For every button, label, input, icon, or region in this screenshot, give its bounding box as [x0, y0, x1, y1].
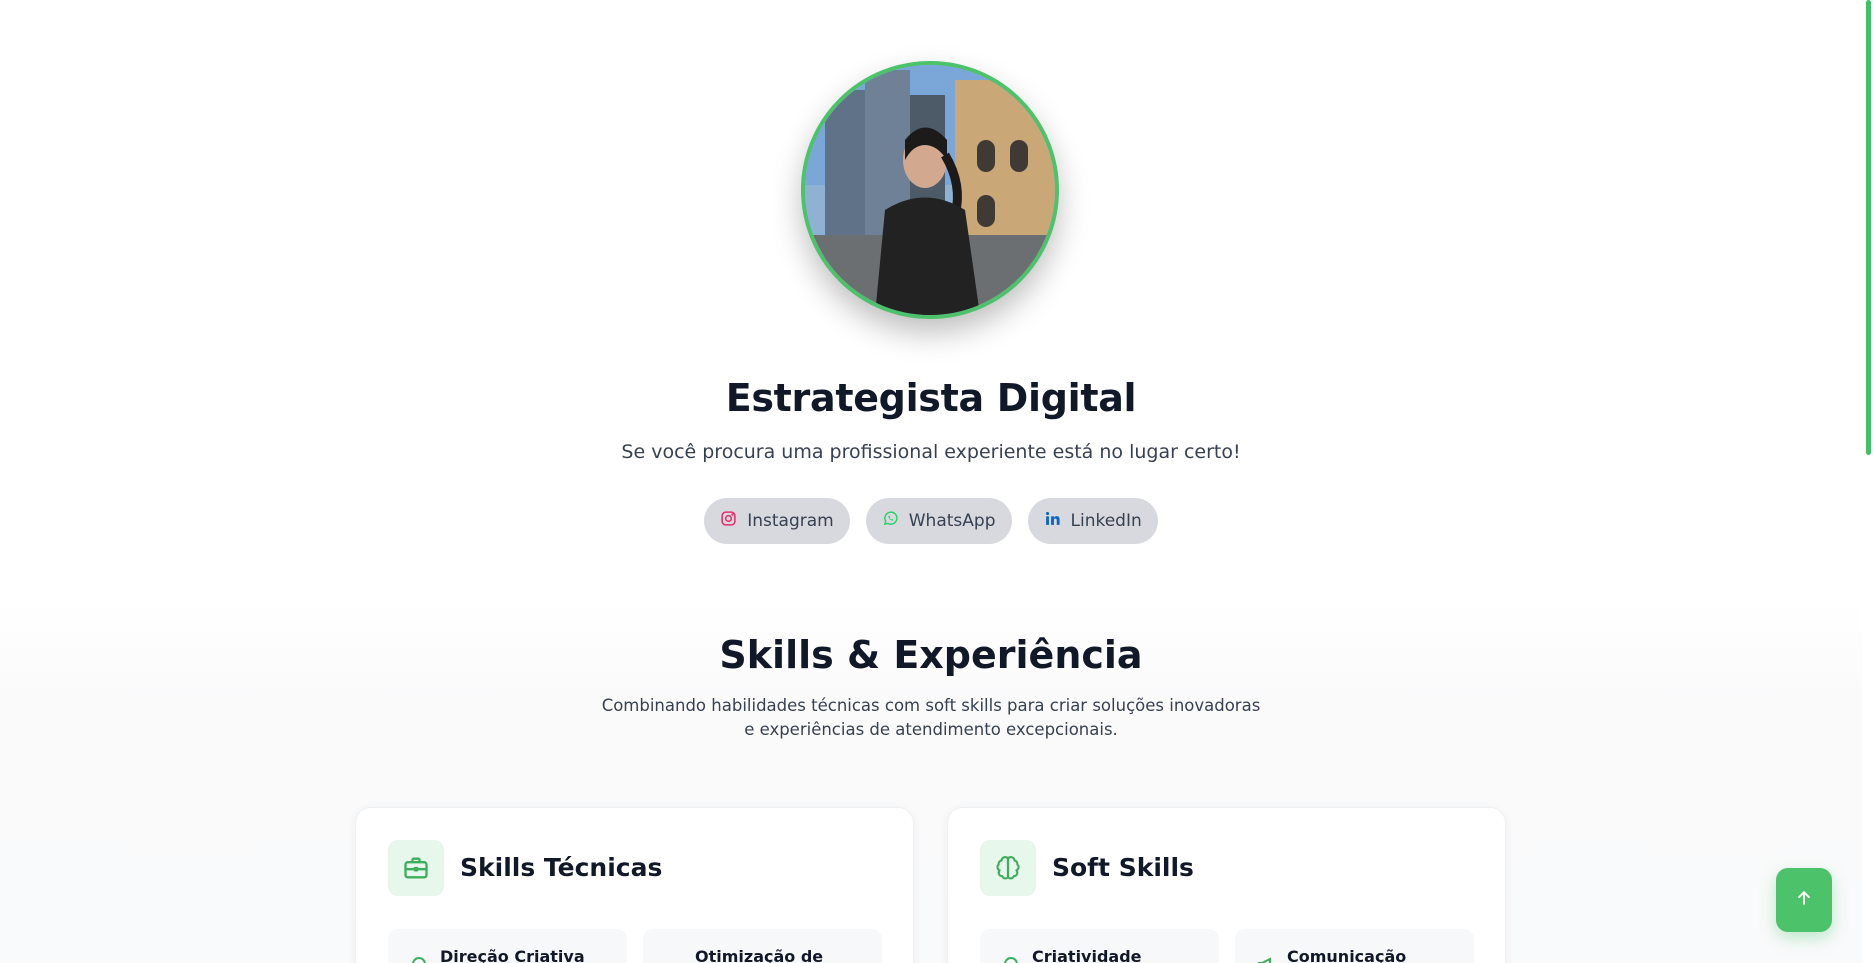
soft-skills-card: Soft Skills Criatividade Comunicação — [947, 807, 1506, 963]
scroll-to-top-button[interactable] — [1776, 868, 1832, 932]
instagram-icon — [720, 510, 737, 532]
arrow-up-icon — [1794, 888, 1814, 912]
skills-section-subtitle: Combinando habilidades técnicas com soft… — [601, 696, 1261, 739]
technical-skills-title: Skills Técnicas — [460, 853, 663, 882]
skill-icon — [410, 955, 428, 963]
linkedin-button[interactable]: LinkedIn — [1027, 498, 1158, 544]
scrollbar[interactable] — [1862, 0, 1874, 963]
instagram-label: Instagram — [747, 511, 834, 531]
skill-label: Comunicação — [1287, 947, 1407, 963]
hero-subtitle: Se você procura uma profissional experie… — [621, 441, 1241, 463]
skill-label: Otimização de — [695, 947, 824, 963]
skill-item: Direção Criativa — [388, 929, 627, 963]
skill-label: Direção Criativa — [440, 947, 585, 963]
skill-item: Criatividade — [980, 929, 1219, 963]
skill-icon — [1002, 955, 1020, 963]
scrollbar-thumb[interactable] — [1866, 0, 1871, 455]
instagram-button[interactable]: Instagram — [704, 498, 850, 544]
profile-photo — [801, 61, 1059, 319]
linkedin-label: LinkedIn — [1070, 511, 1142, 531]
technical-skills-card: Skills Técnicas Direção Criativa Otimiza… — [355, 807, 914, 963]
hero-title: Estrategista Digital — [725, 376, 1137, 420]
megaphone-icon — [1257, 955, 1275, 963]
linkedin-icon — [1044, 510, 1061, 532]
skill-item: Comunicação — [1235, 929, 1474, 963]
skill-label: Criatividade — [1032, 947, 1142, 963]
skill-item: Otimização de — [643, 929, 882, 963]
brain-icon — [980, 840, 1036, 896]
briefcase-icon — [388, 840, 444, 896]
soft-skills-title: Soft Skills — [1052, 853, 1194, 882]
skills-section-title: Skills & Experiência — [719, 633, 1143, 677]
social-links: Instagram WhatsApp LinkedIn — [0, 498, 1862, 544]
whatsapp-icon — [882, 510, 899, 532]
page: Estrategista Digital Se você procura uma… — [0, 0, 1874, 963]
whatsapp-label: WhatsApp — [908, 511, 996, 531]
whatsapp-button[interactable]: WhatsApp — [865, 498, 1012, 544]
